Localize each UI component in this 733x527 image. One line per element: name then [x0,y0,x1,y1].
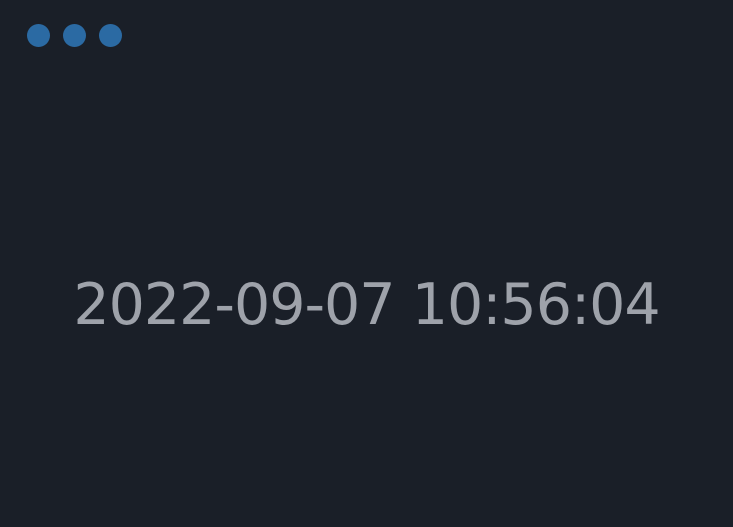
window-control-dot-2-icon[interactable] [63,24,86,47]
window-controls [27,24,122,47]
datetime-display: 2022-09-07 10:56:04 [73,272,660,338]
app-window: 2022-09-07 10:56:04 [0,0,733,527]
window-control-dot-3-icon[interactable] [99,24,122,47]
window-control-dot-1-icon[interactable] [27,24,50,47]
